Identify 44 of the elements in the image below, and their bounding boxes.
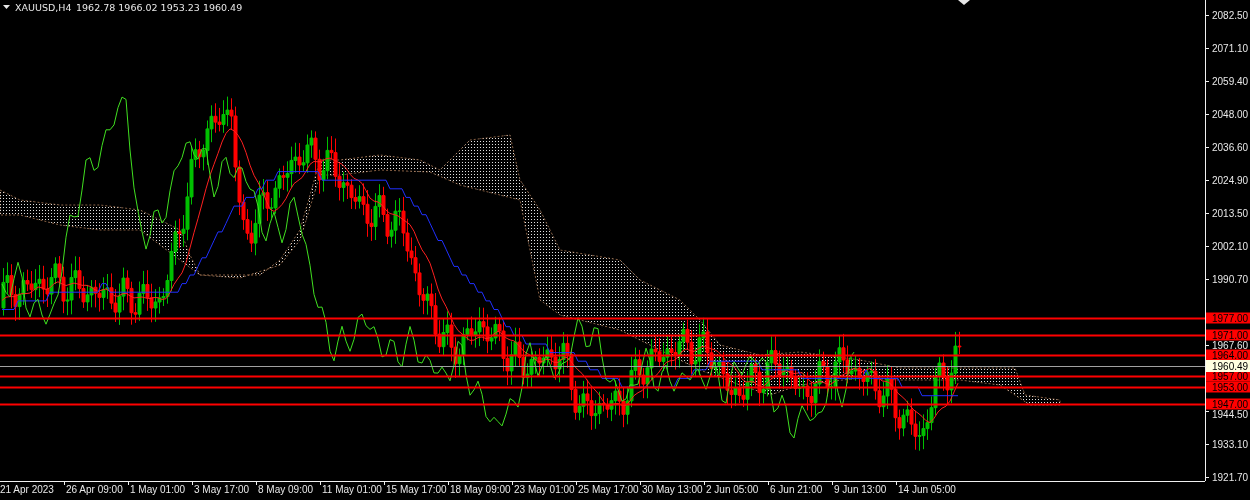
price-level-label: 1953.00	[1206, 381, 1250, 393]
price-level-line[interactable]	[0, 375, 1206, 378]
time-axis-label: 8 May 09:00	[258, 484, 314, 495]
time-axis-label: 15 May 17:00	[386, 484, 447, 495]
time-axis-label: 11 May 01:00	[322, 484, 382, 495]
ohlc-values: 1962.78 1966.02 1953.23 1960.49	[76, 2, 243, 13]
time-axis-label: 2 Jun 05:00	[706, 484, 759, 495]
price-axis-label: 2082.50	[1212, 10, 1249, 21]
price-axis-label: 2013.50	[1212, 208, 1249, 219]
price-level-line[interactable]	[0, 354, 1206, 357]
price-axis-label: 1944.50	[1212, 409, 1249, 420]
time-axis-label: 3 May 17:00	[194, 484, 250, 495]
time-axis-label: 6 Jun 21:00	[770, 484, 823, 495]
time-axis-label: 25 May 17:00	[578, 484, 639, 495]
chart-shift-icon[interactable]	[958, 0, 970, 5]
time-axis-label: 18 May 09:00	[450, 484, 511, 495]
time-axis-label: 21 Apr 2023	[0, 484, 54, 495]
price-axis-label: 2048.00	[1212, 109, 1249, 120]
dropdown-triangle-icon[interactable]	[3, 5, 10, 9]
price-axis-label: 1933.10	[1212, 439, 1249, 450]
price-axis-label: 2071.10	[1212, 43, 1249, 54]
price-level-line[interactable]	[0, 334, 1206, 337]
current-price-label: 1960.49	[1206, 360, 1250, 372]
time-axis-label: 23 May 01:00	[514, 484, 575, 495]
price-axis-label: 1921.70	[1212, 472, 1249, 483]
symbol-timeframe: XAUUSD,H4	[15, 2, 72, 13]
time-axis-label: 26 Apr 09:00	[66, 484, 123, 495]
price-level-label: 1977.00	[1206, 312, 1250, 324]
price-axis-label: 1967.60	[1212, 340, 1249, 351]
price-level-line[interactable]	[0, 403, 1206, 406]
time-axis-label: 1 May 01:00	[130, 484, 186, 495]
time-axis-label: 30 May 13:00	[642, 484, 703, 495]
price-level-line[interactable]	[0, 386, 1206, 389]
price-axis-label: 1990.70	[1212, 274, 1249, 285]
price-axis-label: 2059.40	[1212, 76, 1249, 87]
price-axis-label: 2036.60	[1212, 142, 1249, 153]
time-axis-label: 9 Jun 13:00	[834, 484, 887, 495]
price-axis-label: 2002.10	[1212, 241, 1249, 252]
price-level-label: 1947.00	[1206, 398, 1250, 410]
price-level-label: 1964.00	[1206, 349, 1250, 361]
price-level-line[interactable]	[0, 317, 1206, 320]
time-axis-label: 14 Jun 05:00	[898, 484, 956, 495]
price-axis-label: 2024.90	[1212, 175, 1249, 186]
price-level-label: 1971.00	[1206, 329, 1250, 341]
